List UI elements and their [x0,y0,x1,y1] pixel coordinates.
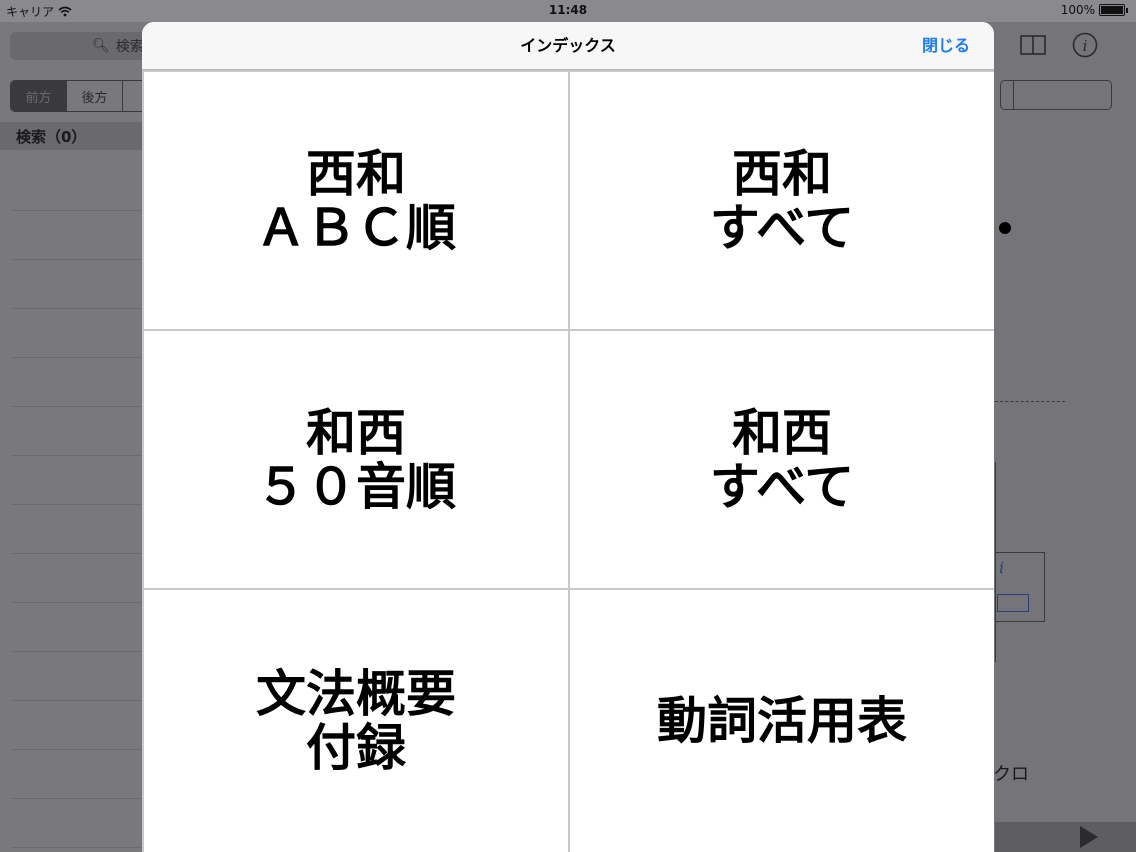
index-spanish-japanese-all[interactable]: 西和 すべて [570,72,994,329]
play-icon [1080,826,1098,848]
background-divider [995,401,1065,402]
index-grid: 西和 ＡＢＣ順 西和 すべて 和西 ５０音順 和西 すべて 文法概要 付録 動詞… [144,72,994,852]
book-icon [1020,35,1046,55]
search-placeholder: 検索 [115,39,144,55]
cell-label: 文法概要 付録 [256,664,456,777]
status-time: 11:48 [548,3,588,17]
battery-icon [1099,4,1125,16]
info-icon: i [999,558,1005,577]
background-panel-button [997,594,1029,612]
modal-nav-bar: インデックス 閉じる [142,22,994,70]
segment-backward: 後方 [67,81,123,111]
search-icon: 🔍︎ [92,38,110,54]
index-modal: インデックス 閉じる 西和 ＡＢＣ順 西和 すべて 和西 ５０音順 和西 すべて… [142,22,994,852]
background-player-bar [995,822,1136,852]
background-toolbar-segment [1000,80,1112,110]
battery-percent: 100% [1060,3,1095,17]
cell-label: 和西 ５０音順 [256,402,456,516]
index-japanese-spanish-gojuon[interactable]: 和西 ５０音順 [144,331,568,588]
close-button[interactable]: 閉じる [922,22,970,70]
cell-label: 西和 すべて [709,143,855,257]
cell-label: 西和 ＡＢＣ順 [256,143,456,257]
battery-info: 100% [1061,3,1128,17]
info-icon: i [1072,32,1098,58]
index-japanese-spanish-all[interactable]: 和西 すべて [570,331,994,588]
cell-label: 和西 すべて [709,402,855,516]
index-spanish-japanese-abc[interactable]: 西和 ＡＢＣ順 [144,72,568,329]
segment-forward: 前方 [11,81,67,111]
background-dot [999,222,1011,234]
status-bar: キャリア 11:48 100% [0,0,1136,22]
svg-text:i: i [1083,37,1088,55]
index-grammar-appendix[interactable]: 文法概要 付録 [144,590,568,852]
index-verb-conjugation-table[interactable]: 動詞活用表 [570,590,994,852]
modal-title: インデックス [520,36,616,55]
cell-label: 動詞活用表 [657,691,907,750]
